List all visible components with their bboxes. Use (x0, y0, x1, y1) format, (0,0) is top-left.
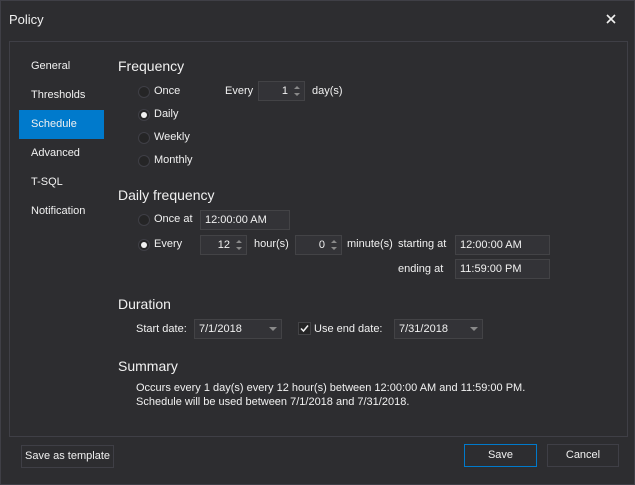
content-panel: General Thresholds Schedule Advanced T-S… (9, 41, 628, 468)
nav-item-general[interactable]: General (19, 52, 104, 81)
hours-spinner[interactable]: 12 (200, 235, 247, 255)
every-days-label: Every (225, 85, 254, 97)
days-unit-label: day(s) (312, 85, 343, 97)
every-days-spinner[interactable]: 1 (258, 81, 305, 101)
close-button[interactable] (599, 7, 623, 31)
nav-item-advanced[interactable]: Advanced (19, 139, 104, 168)
summary-line-1: Occurs every 1 day(s) every 12 hour(s) b… (136, 382, 526, 394)
every-days-value: 1 (281, 85, 288, 97)
radio-daily[interactable] (138, 109, 150, 121)
save-button[interactable]: Save (464, 444, 537, 467)
radio-once[interactable] (138, 86, 150, 98)
nav-item-thresholds[interactable]: Thresholds (19, 81, 104, 110)
cancel-button[interactable]: Cancel (547, 444, 619, 467)
window-title: Policy (9, 12, 44, 27)
radio-weekly-label: Weekly (154, 131, 190, 143)
duration-heading: Duration (118, 296, 171, 312)
end-date-picker[interactable]: 7/31/2018 (394, 319, 483, 339)
close-icon (606, 14, 616, 24)
end-date-value: 7/31/2018 (399, 323, 448, 335)
chevron-down-icon (470, 327, 478, 331)
starting-at-time-input[interactable]: 12:00:00 AM (455, 235, 550, 255)
nav-item-tsql[interactable]: T-SQL (19, 168, 104, 197)
minutes-value: 0 (318, 239, 325, 251)
spin-arrows-icon[interactable] (234, 237, 244, 253)
starting-at-label: starting at (398, 238, 447, 250)
hours-unit-label: hour(s) (254, 238, 289, 250)
nav-item-label: General (31, 60, 71, 72)
nav-item-schedule[interactable]: Schedule (19, 110, 104, 139)
nav-item-label: Thresholds (31, 89, 86, 101)
every-hours-label: Every (154, 238, 183, 250)
nav-item-label: Notification (31, 205, 86, 217)
title-bar: Policy (1, 1, 634, 39)
nav-item-label: T-SQL (31, 176, 63, 188)
spin-arrows-icon[interactable] (292, 83, 302, 99)
ending-at-label: ending at (398, 263, 444, 275)
start-date-value: 7/1/2018 (199, 323, 242, 335)
summary-line-2: Schedule will be used between 7/1/2018 a… (136, 396, 410, 408)
summary-heading: Summary (118, 358, 178, 374)
hours-value: 12 (217, 239, 230, 251)
start-date-picker[interactable]: 7/1/2018 (194, 319, 282, 339)
radio-daily-label: Daily (154, 108, 179, 120)
nav-item-label: Schedule (31, 118, 77, 130)
checkmark-icon (300, 325, 309, 333)
frequency-heading: Frequency (118, 58, 185, 74)
spin-arrows-icon[interactable] (329, 237, 339, 253)
start-date-label: Start date: (136, 323, 187, 335)
nav-item-notification[interactable]: Notification (19, 197, 104, 226)
radio-weekly[interactable] (138, 132, 150, 144)
radio-every[interactable] (138, 239, 150, 251)
use-end-date-checkbox[interactable] (298, 322, 311, 335)
once-at-label: Once at (154, 213, 193, 225)
radio-monthly-label: Monthly (154, 154, 193, 166)
daily-frequency-heading: Daily frequency (118, 187, 215, 203)
save-as-template-button[interactable]: Save as template (21, 445, 114, 468)
radio-once-label: Once (154, 85, 181, 97)
minutes-spinner[interactable]: 0 (295, 235, 342, 255)
chevron-down-icon (269, 327, 277, 331)
radio-once-at[interactable] (138, 214, 150, 226)
once-at-time-input[interactable]: 12:00:00 AM (200, 210, 290, 230)
radio-monthly[interactable] (138, 155, 150, 167)
policy-dialog: Policy General Thresholds Schedule Advan… (0, 0, 635, 485)
use-end-date-label: Use end date: (314, 323, 383, 335)
nav-item-label: Advanced (31, 147, 80, 159)
minutes-unit-label: minute(s) (347, 238, 393, 250)
ending-at-time-input[interactable]: 11:59:00 PM (455, 259, 550, 279)
